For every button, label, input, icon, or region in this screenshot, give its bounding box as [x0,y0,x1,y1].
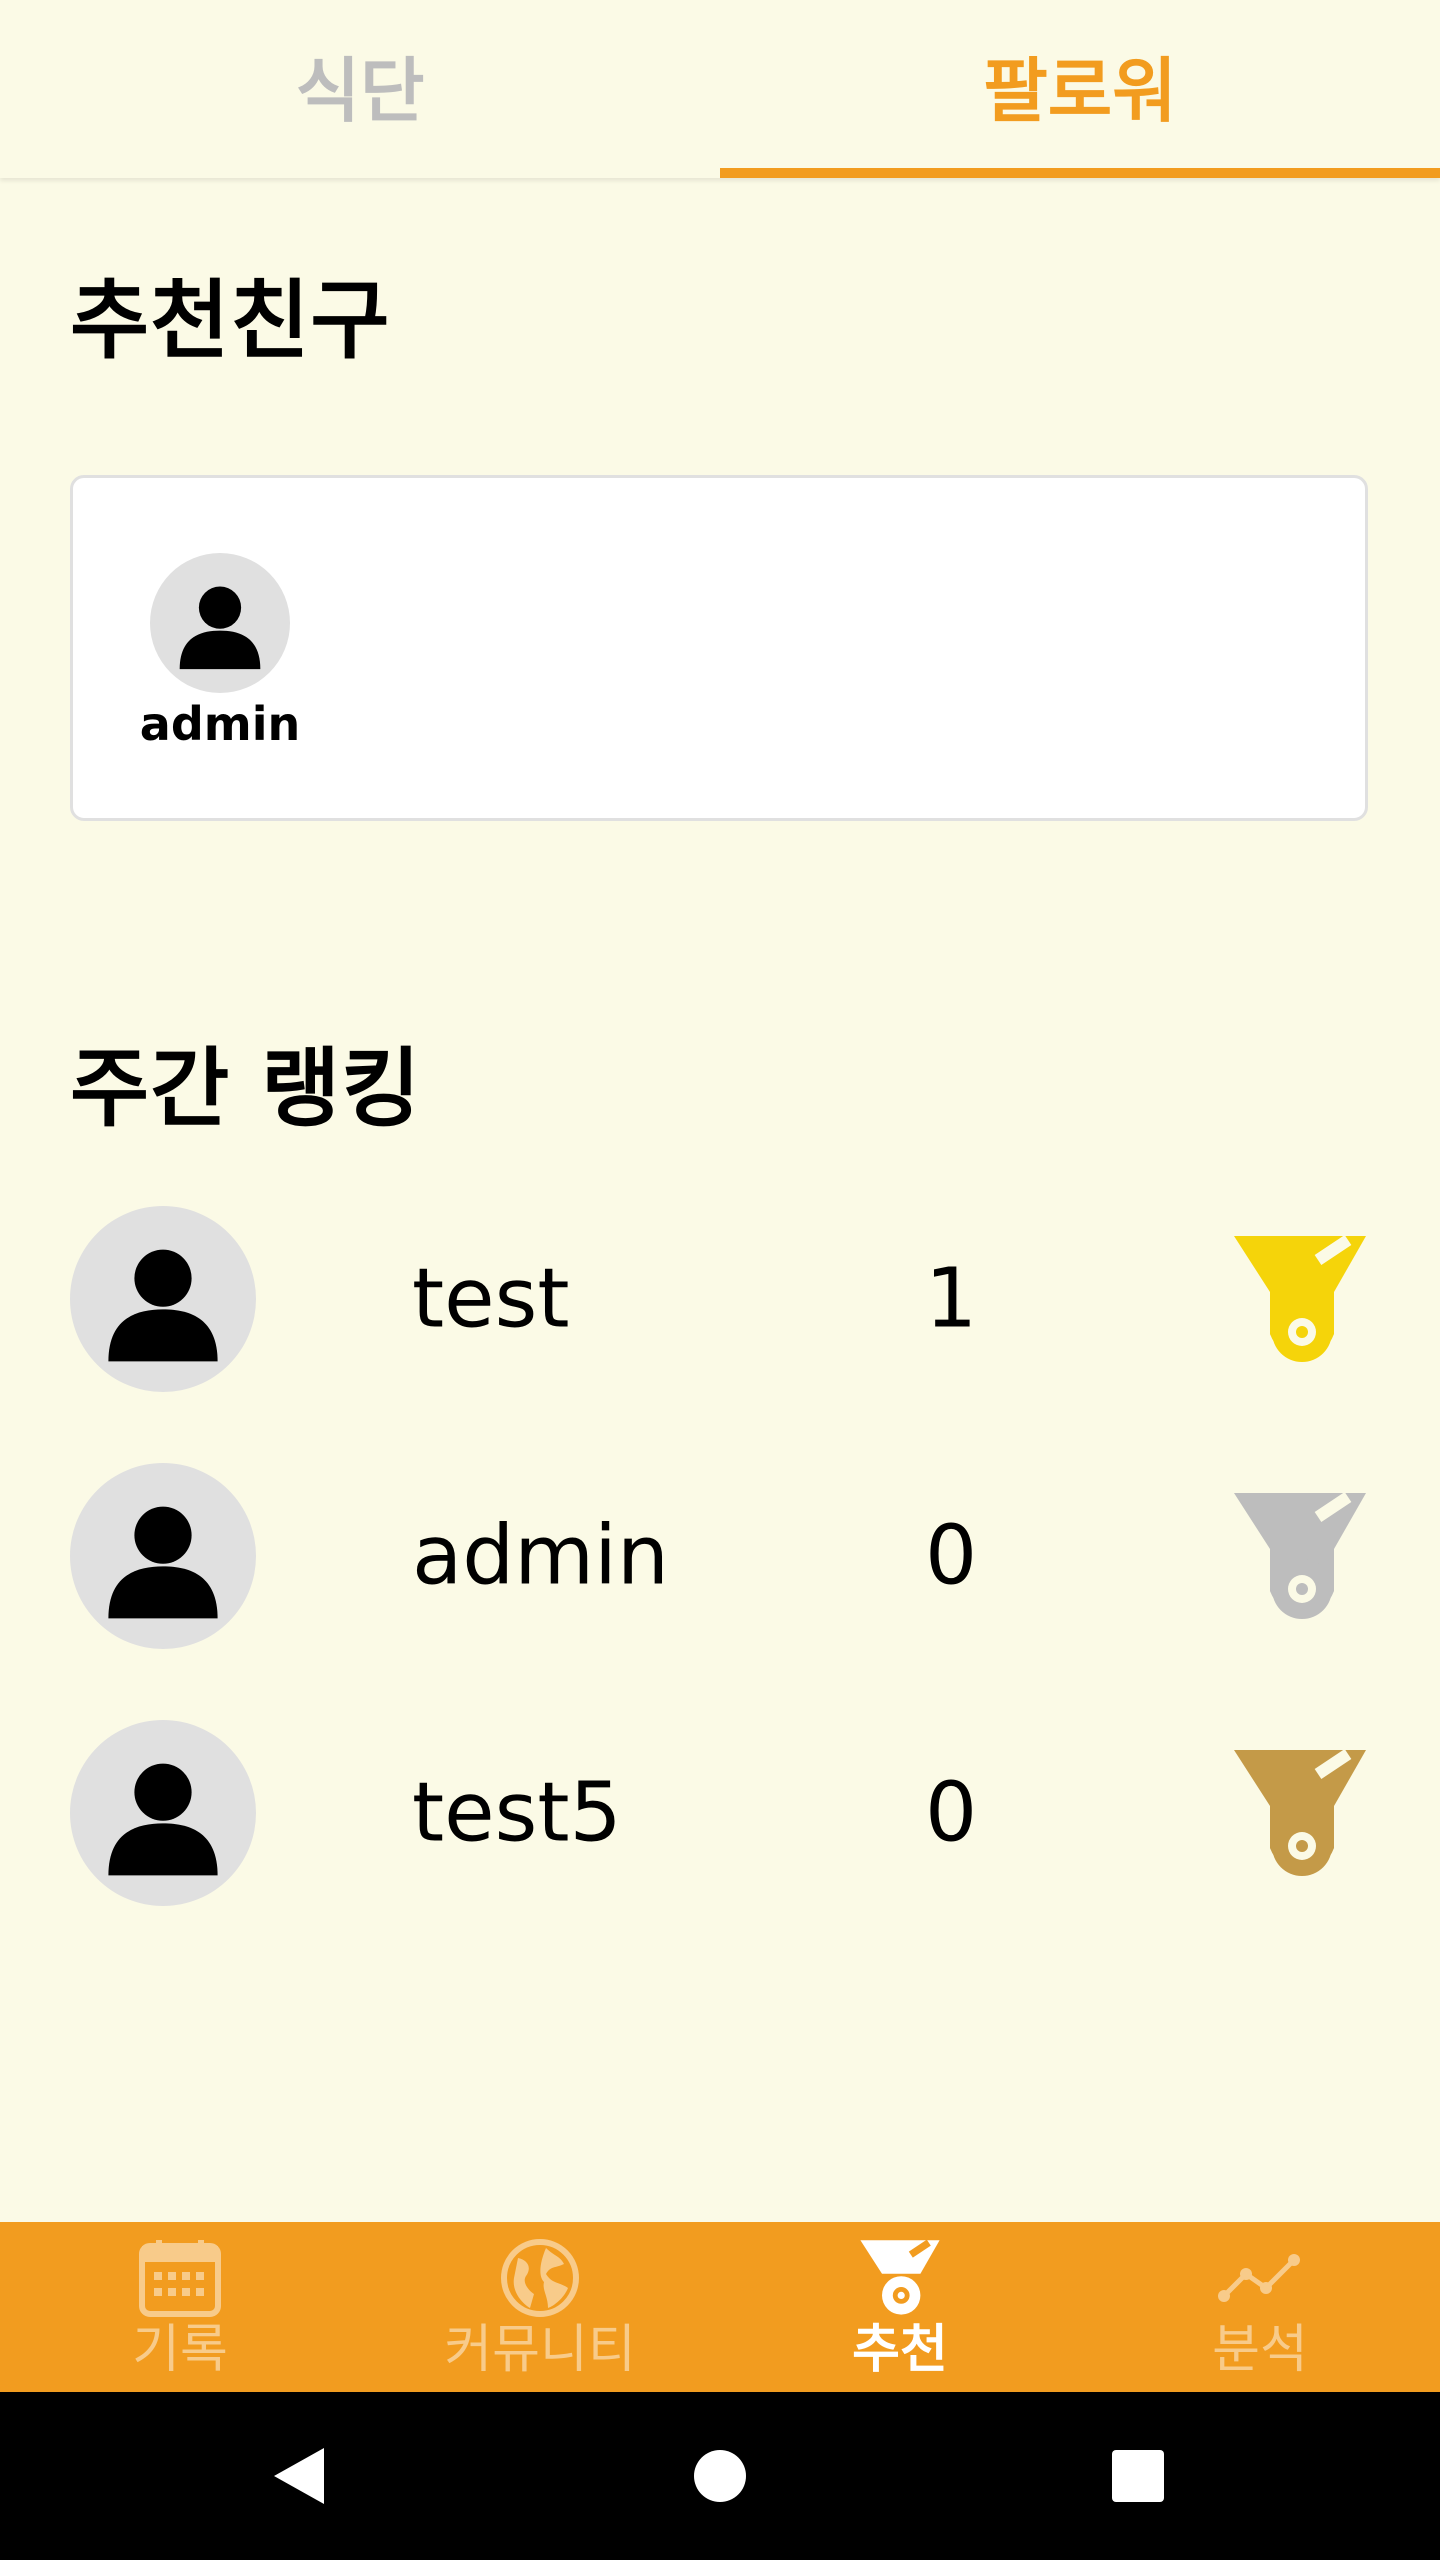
back-icon[interactable] [270,2446,330,2506]
ranking-count: 0 [925,1765,978,1861]
chart-line-icon [1218,2254,1300,2302]
tab-diet[interactable]: 식단 [0,0,720,178]
globe-icon [501,2239,579,2317]
ranking-count: 0 [925,1508,978,1604]
recents-icon[interactable] [1108,2446,1168,2506]
tab-followers[interactable]: 팔로워 [720,0,1440,178]
ranking-name: admin [412,1508,669,1604]
system-nav-bar [0,2392,1440,2560]
silver-medal-icon [1234,1492,1366,1619]
recommend-card: admin [70,475,1368,821]
recommend-title: 추천친구 [70,271,391,371]
avatar [70,1206,256,1392]
nav-community[interactable]: 커뮤니티 [360,2222,720,2392]
medal-icon [860,2239,940,2315]
recommend-friend-item[interactable]: admin [140,553,300,751]
nav-recommend[interactable]: 추천 [720,2222,1080,2392]
top-tab-bar: 식단 팔로워 [0,0,1440,178]
nav-analysis[interactable]: 분석 [1080,2222,1440,2392]
ranking-count: 1 [925,1251,978,1347]
nav-record[interactable]: 기록 [0,2222,360,2392]
nav-recommend-label: 추천 [852,2320,948,2380]
person-icon [108,1249,218,1362]
ranking-name: test5 [412,1765,622,1861]
nav-analysis-label: 분석 [1212,2320,1308,2380]
bottom-nav: 기록 커뮤니티 추천 분석 [0,2222,1440,2392]
home-icon[interactable] [690,2446,750,2506]
tab-followers-label: 팔로워 [983,49,1177,132]
person-icon [108,1506,218,1619]
tab-diet-label: 식단 [295,49,425,132]
ranking-row[interactable]: admin 0 [70,1463,1370,1649]
bronze-medal-icon [1234,1749,1366,1876]
ranking-name: test [412,1251,570,1347]
nav-community-label: 커뮤니티 [444,2320,636,2380]
person-icon [108,1763,218,1876]
ranking-row[interactable]: test5 0 [70,1720,1370,1906]
avatar [70,1463,256,1649]
recommend-friend-name: admin [139,697,301,751]
person-icon [179,586,261,670]
avatar [150,553,290,693]
ranking-title: 주간 랭킹 [70,1039,422,1139]
ranking-row[interactable]: test 1 [70,1206,1370,1392]
gold-medal-icon [1234,1235,1366,1362]
nav-record-label: 기록 [132,2320,228,2380]
tab-active-indicator [720,168,1440,178]
calendar-icon [139,2240,221,2317]
avatar [70,1720,256,1906]
